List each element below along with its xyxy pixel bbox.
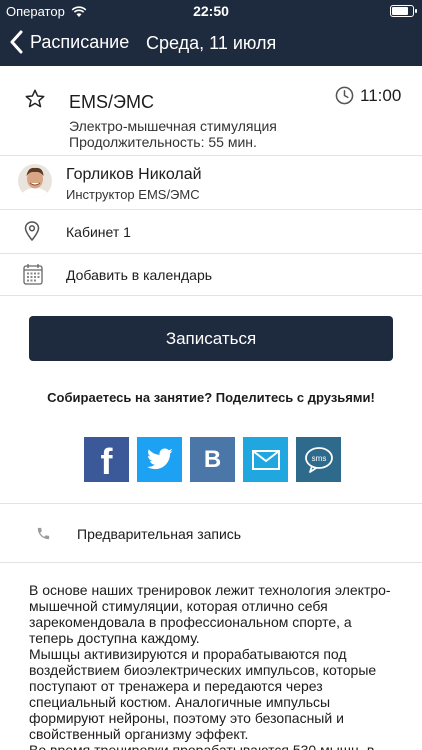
facebook-icon: f: [100, 440, 113, 482]
description-line: теперь доступна каждому.: [29, 630, 200, 646]
add-to-calendar-label: Добавить в календарь: [66, 267, 213, 283]
description-line: В основе наших тренировок лежит технолог…: [29, 582, 391, 598]
event-type: Электро-мышечная стимуляция: [69, 118, 277, 134]
room-row: Кабинет 1: [0, 210, 422, 254]
twitter-icon: [146, 447, 173, 469]
chevron-left-icon: [10, 30, 23, 54]
nav-bar: Расписание Среда, 11 июля: [0, 26, 422, 62]
description-line: специальный костюм. Аналогичные импульсы: [29, 694, 331, 710]
share-sms-button[interactable]: sms: [296, 437, 341, 482]
sms-glyph: sms: [311, 454, 326, 463]
avatar: [18, 164, 52, 198]
mail-icon: [251, 449, 280, 470]
description-line: зарекомендовала в профессиональном спорт…: [29, 614, 352, 630]
description-text: В основе наших тренировок лежит технолог…: [29, 582, 399, 750]
description-line: воздействием биоэлектрических импульсов,…: [29, 662, 377, 678]
back-label: Расписание: [30, 31, 130, 52]
description-line: свойственный организму эффект.: [29, 726, 249, 742]
event-duration: Продолжительность: 55 мин.: [69, 134, 257, 150]
event-name: EMS/ЭМС: [69, 92, 154, 112]
top-bar: Оператор 22:50 Расписание Среда, 11 июля: [0, 0, 422, 66]
trainer-row[interactable]: Горликов Николай Инструктор EMS/ЭМС: [0, 156, 422, 210]
event-description: Электро-мышечная стимуляция Продолжитель…: [69, 118, 277, 150]
share-twitter-button[interactable]: [137, 437, 182, 482]
battery-icon: [390, 5, 417, 17]
add-to-calendar-row[interactable]: Добавить в календарь: [0, 254, 422, 296]
share-buttons: f В sms: [84, 437, 341, 482]
description-line: мышечной стимуляции, которая отлично себ…: [29, 598, 328, 614]
description-line: поступают от тренажера и передаются чере…: [29, 678, 323, 694]
share-facebook-button[interactable]: f: [84, 437, 129, 482]
trainer-role: Инструктор EMS/ЭМС: [66, 187, 200, 202]
location-pin-icon: [24, 221, 40, 241]
status-time: 22:50: [193, 3, 229, 19]
star-icon[interactable]: [24, 88, 46, 110]
description-line: формируют нейроны, поэтому это безопасны…: [29, 710, 344, 726]
prebooking-label: Предварительная запись: [77, 526, 242, 542]
trainer-name: Горликов Николай: [66, 166, 202, 183]
back-button[interactable]: Расписание: [10, 30, 129, 54]
share-email-button[interactable]: [243, 437, 288, 482]
vk-icon: В: [203, 445, 222, 473]
event-time: 11:00: [360, 86, 402, 105]
calendar-icon: [23, 264, 43, 285]
share-vk-button[interactable]: В: [190, 437, 235, 482]
signup-button[interactable]: Записаться: [29, 316, 393, 361]
room-label: Кабинет 1: [66, 224, 131, 240]
event-info: EMS/ЭМС 11:00 Электро-мышечная стимуляци…: [0, 66, 422, 156]
page-title: Среда, 11 июля: [146, 33, 277, 53]
description-line: Во время тренировки прорабатываются 530 …: [29, 742, 375, 750]
share-prompt: Собираетесь на занятие? Поделитесь с дру…: [47, 390, 375, 405]
phone-icon: [37, 527, 50, 540]
status-bar: Оператор 22:50: [0, 0, 422, 22]
prebooking-row[interactable]: Предварительная запись: [0, 503, 422, 563]
clock-icon: [335, 86, 354, 105]
description-line: Мышцы активизируются и прорабатываются п…: [29, 646, 347, 662]
sms-icon: sms: [304, 446, 333, 473]
